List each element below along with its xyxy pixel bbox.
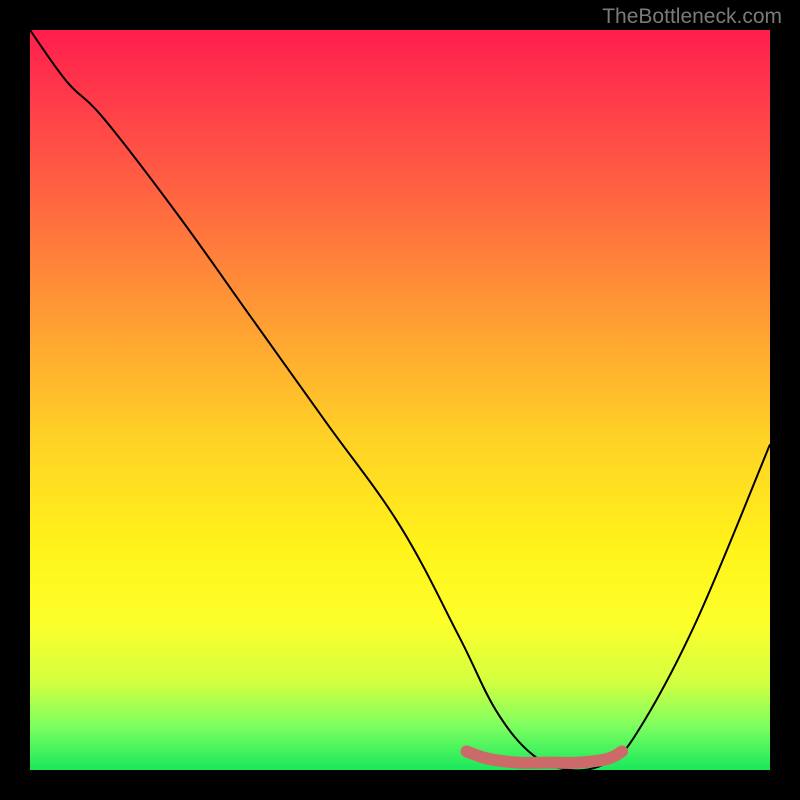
bottleneck-curve-line: [30, 30, 770, 770]
chart-plot-area: [30, 30, 770, 770]
watermark-text: TheBottleneck.com: [602, 5, 782, 29]
optimal-zone-marker: [467, 752, 622, 763]
chart-svg: [30, 30, 770, 770]
